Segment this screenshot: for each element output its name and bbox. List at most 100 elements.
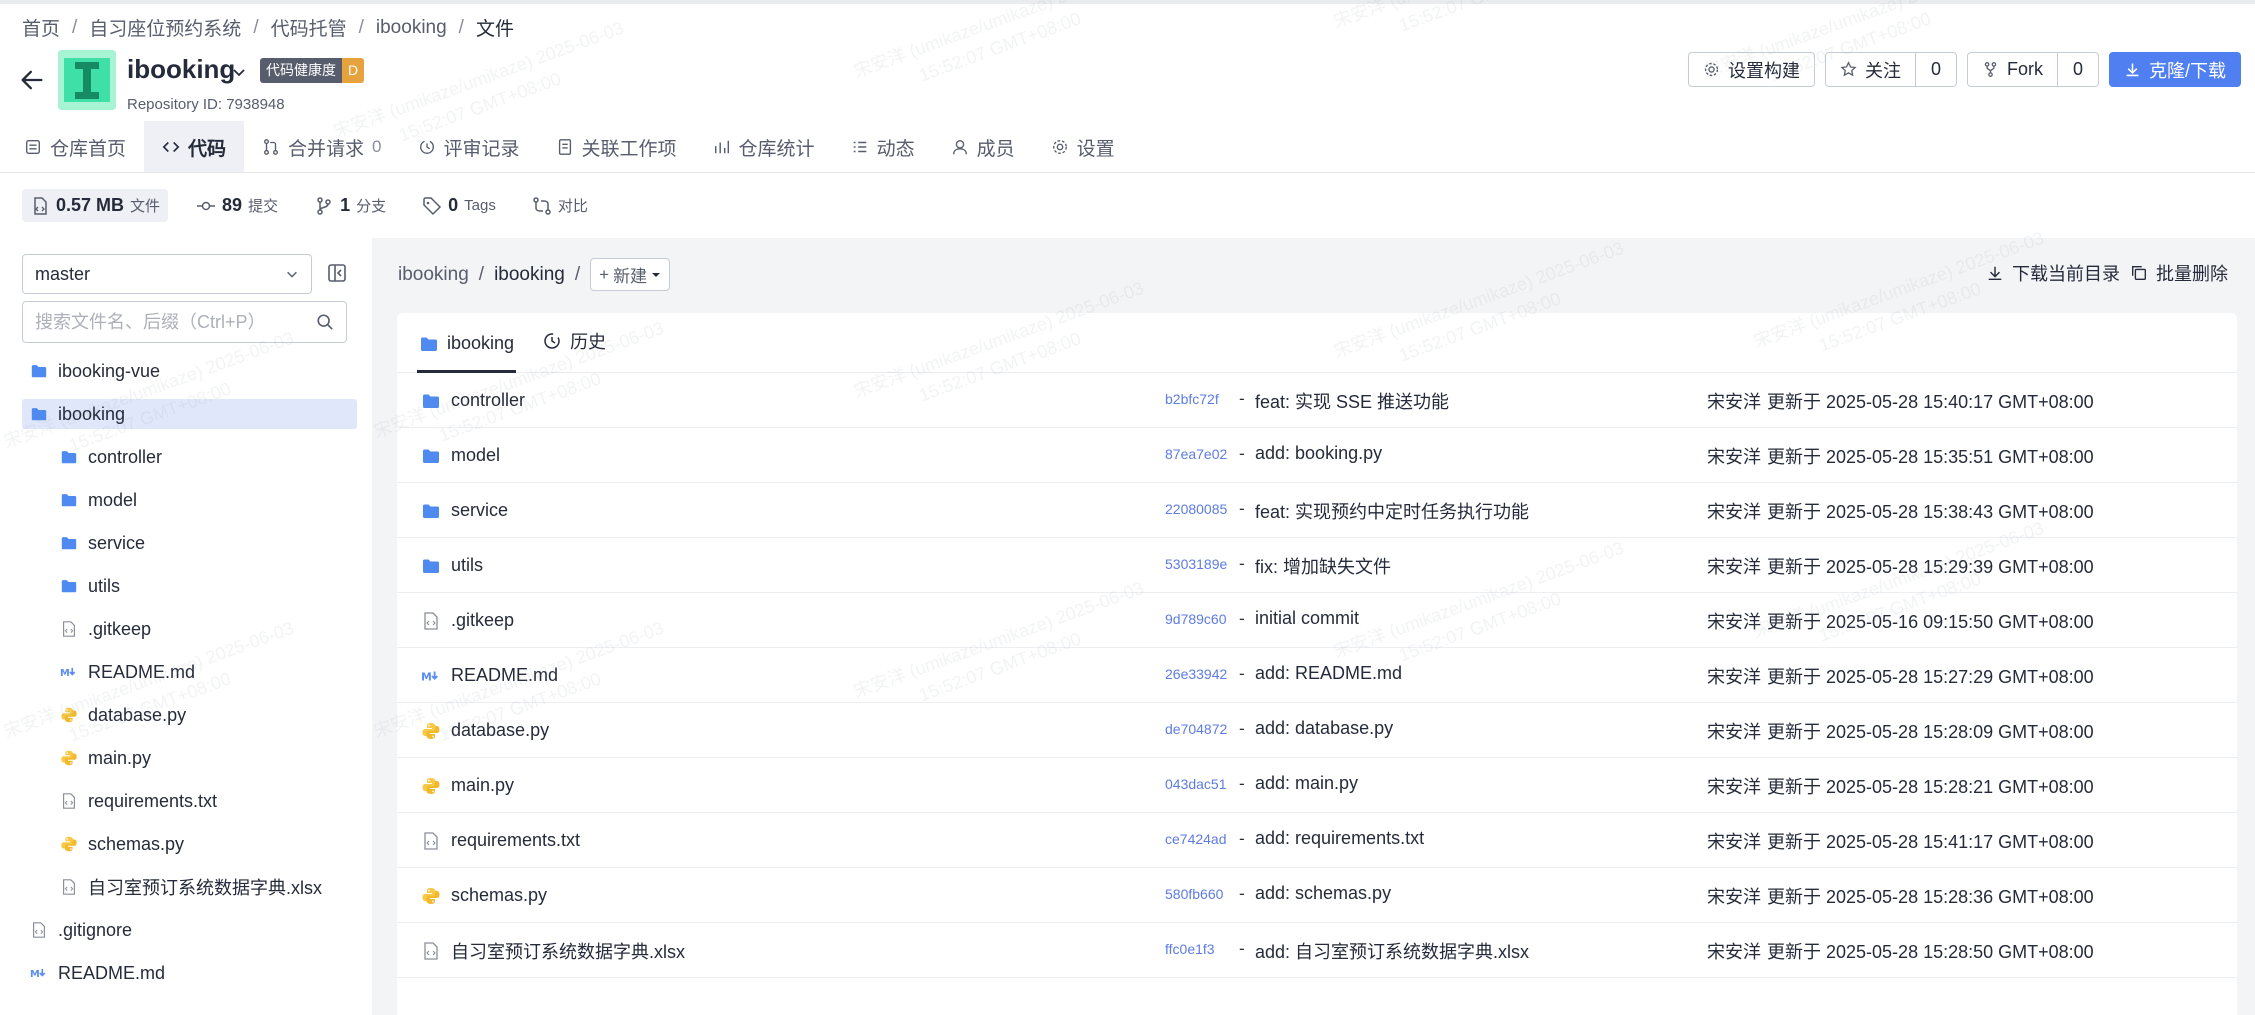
file-name-link[interactable]: service bbox=[421, 483, 508, 538]
commit-message[interactable]: add: booking.py bbox=[1255, 443, 1382, 464]
search-icon[interactable] bbox=[316, 313, 334, 331]
breadcrumb-codehub[interactable]: 代码托管 bbox=[271, 14, 347, 41]
build-settings-button[interactable]: 设置构建 bbox=[1687, 52, 1815, 87]
commit-message[interactable]: feat: 实现 SSE 推送功能 bbox=[1255, 388, 1449, 414]
new-button[interactable]: + 新建 bbox=[590, 258, 671, 291]
file-name-link[interactable]: model bbox=[421, 428, 500, 483]
tab-statistics[interactable]: 仓库统计 bbox=[695, 121, 833, 173]
stat-branches-label: 分支 bbox=[356, 198, 387, 215]
updated-time: 更新于 2025-05-28 15:29:39 GMT+08:00 bbox=[1767, 557, 2094, 577]
tree-folder[interactable]: controller bbox=[22, 442, 357, 472]
commit-hash-link[interactable]: b2bfc72f bbox=[1165, 391, 1219, 407]
commit-hash-link[interactable]: 043dac51 bbox=[1165, 776, 1227, 792]
commit-message[interactable]: add: main.py bbox=[1255, 773, 1358, 794]
stat-tags[interactable]: 0 Tags bbox=[414, 189, 504, 222]
path-root[interactable]: ibooking bbox=[398, 264, 469, 286]
collapse-sidebar-icon[interactable] bbox=[326, 262, 348, 284]
commit-message[interactable]: fix: 增加缺失文件 bbox=[1255, 553, 1391, 579]
commit-hash-link[interactable]: 9d789c60 bbox=[1165, 611, 1227, 627]
updated-time: 更新于 2025-05-28 15:28:36 GMT+08:00 bbox=[1767, 887, 2094, 907]
tab-reviews[interactable]: 评审记录 bbox=[400, 121, 538, 173]
commit-hash-link[interactable]: 5303189e bbox=[1165, 556, 1227, 572]
markdown-icon: M bbox=[421, 666, 441, 686]
stat-commits[interactable]: 89 提交 bbox=[188, 189, 286, 222]
file-name-link[interactable]: main.py bbox=[421, 758, 514, 813]
tab-code[interactable]: 代码 bbox=[144, 121, 245, 173]
file-name-link[interactable]: controller bbox=[421, 373, 525, 428]
breadcrumb: 首页 / 自习座位预约系统 / 代码托管 / ibooking / 文件 bbox=[22, 14, 514, 41]
commit-message[interactable]: initial commit bbox=[1255, 608, 1359, 629]
tree-folder[interactable]: service bbox=[22, 528, 357, 558]
commit-message[interactable]: add: database.py bbox=[1255, 718, 1393, 739]
commit-author: 宋安洋 bbox=[1707, 942, 1761, 962]
tree-item-label: README.md bbox=[88, 661, 196, 682]
tree-folder[interactable]: model bbox=[22, 485, 357, 515]
stat-branches[interactable]: 1 分支 bbox=[306, 189, 394, 222]
tree-file[interactable]: .gitignore bbox=[22, 915, 357, 945]
tree-file[interactable]: schemas.py bbox=[22, 829, 357, 859]
markdown-icon: M bbox=[60, 663, 78, 681]
commit-hash-link[interactable]: ffc0e1f3 bbox=[1165, 941, 1215, 957]
tree-file[interactable]: M README.md bbox=[22, 958, 357, 988]
stat-compare[interactable]: 对比 bbox=[524, 189, 596, 222]
commit-message[interactable]: add: 自习室预订系统数据字典.xlsx bbox=[1255, 938, 1529, 964]
tab-workitems[interactable]: 关联工作项 bbox=[538, 121, 695, 173]
file-name-link[interactable]: utils bbox=[421, 538, 483, 593]
fork-count[interactable]: 0 bbox=[2057, 52, 2099, 87]
file-code-icon bbox=[34, 196, 47, 215]
watch-count[interactable]: 0 bbox=[1915, 52, 1957, 87]
watch-button[interactable]: 关注 bbox=[1824, 52, 1916, 87]
stat-files[interactable]: 0.57 MB 文件 bbox=[22, 189, 169, 222]
chevron-down-icon[interactable] bbox=[231, 64, 247, 80]
tab-settings[interactable]: 设置 bbox=[1033, 121, 1133, 173]
download-directory-button[interactable]: 下载当前目录 bbox=[1986, 260, 2120, 286]
commit-message[interactable]: feat: 实现预约中定时任务执行功能 bbox=[1255, 498, 1529, 524]
star-icon bbox=[1840, 61, 1857, 77]
file-row: main.py 043dac51- add: main.py 宋安洋 更新于 2025-… bbox=[397, 758, 2237, 813]
clone-download-button[interactable]: 克隆/下载 bbox=[2108, 52, 2241, 87]
tree-folder[interactable]: ibooking bbox=[22, 399, 357, 429]
branch-select[interactable]: master bbox=[22, 254, 312, 294]
tree-folder[interactable]: utils bbox=[22, 571, 357, 601]
file-name-link[interactable]: 自习室预订系统数据字典.xlsx bbox=[421, 923, 685, 978]
breadcrumb-project[interactable]: 自习座位预约系统 bbox=[89, 14, 241, 41]
tree-file[interactable]: database.py bbox=[22, 700, 357, 730]
commit-hash-link[interactable]: 22080085 bbox=[1165, 501, 1227, 517]
commit-hash-link[interactable]: ce7424ad bbox=[1165, 831, 1227, 847]
file-name-link[interactable]: .gitkeep bbox=[421, 593, 514, 648]
tab-merge-requests[interactable]: 合并请求 0 bbox=[244, 121, 399, 173]
file-name-link[interactable]: requirements.txt bbox=[421, 813, 580, 868]
fork-button[interactable]: Fork bbox=[1966, 52, 2058, 87]
commit-hash-link[interactable]: 580fb660 bbox=[1165, 886, 1223, 902]
commit-hash-link[interactable]: de704872 bbox=[1165, 721, 1227, 737]
tree-folder[interactable]: ibooking-vue bbox=[22, 356, 357, 386]
tree-file[interactable]: requirements.txt bbox=[22, 786, 357, 816]
commit-message[interactable]: add: requirements.txt bbox=[1255, 828, 1424, 849]
file-name-link[interactable]: database.py bbox=[421, 703, 549, 758]
tree-file[interactable]: .gitkeep bbox=[22, 614, 357, 644]
batch-delete-button[interactable]: 批量删除 bbox=[2130, 260, 2228, 286]
tab-home[interactable]: 仓库首页 bbox=[6, 121, 144, 173]
tab-files[interactable]: ibooking bbox=[416, 333, 517, 373]
tab-history[interactable]: 历史 bbox=[542, 328, 606, 372]
commit-hash-link[interactable]: 87ea7e02 bbox=[1165, 446, 1227, 462]
commit-message[interactable]: add: README.md bbox=[1255, 663, 1402, 684]
tab-activity[interactable]: 动态 bbox=[833, 121, 933, 173]
tab-members[interactable]: 成员 bbox=[933, 121, 1033, 173]
tree-file[interactable]: main.py bbox=[22, 743, 357, 773]
commit-message[interactable]: add: schemas.py bbox=[1255, 883, 1391, 904]
tree-file[interactable]: M README.md bbox=[22, 657, 357, 687]
breadcrumb-home[interactable]: 首页 bbox=[22, 14, 60, 41]
back-arrow-icon[interactable] bbox=[18, 66, 46, 94]
path-current[interactable]: ibooking bbox=[494, 264, 565, 286]
file-search-input[interactable] bbox=[35, 311, 316, 333]
breadcrumb-repo[interactable]: ibooking bbox=[376, 17, 447, 39]
file-name-link[interactable]: schemas.py bbox=[421, 868, 547, 923]
tree-file[interactable]: 自习室预订系统数据字典.xlsx bbox=[22, 872, 357, 902]
review-icon bbox=[419, 140, 434, 154]
commit-hash-link[interactable]: 26e33942 bbox=[1165, 666, 1227, 682]
health-badge[interactable]: 代码健康度 D bbox=[260, 58, 365, 83]
tree-item-label: schemas.py bbox=[88, 833, 185, 854]
file-name-link[interactable]: M README.md bbox=[421, 648, 558, 703]
file-icon bbox=[60, 792, 78, 810]
